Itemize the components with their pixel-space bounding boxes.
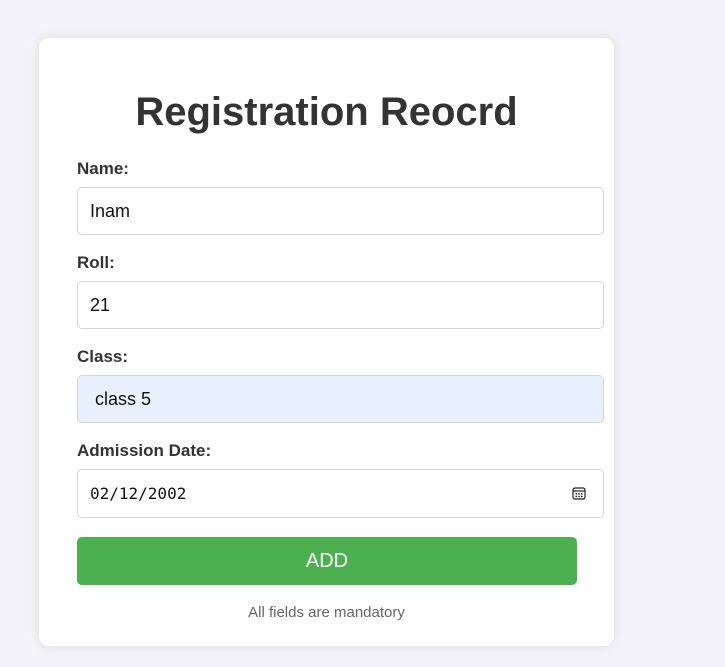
name-field[interactable]: Inam (77, 187, 604, 235)
roll-label: Roll: (77, 253, 115, 272)
add-button[interactable]: ADD (77, 537, 577, 585)
admission-date-field[interactable]: 02/12/2002 (77, 469, 604, 518)
name-label: Name: (77, 159, 129, 178)
name-field-value: Inam (90, 201, 131, 221)
page-title: Registration Reocrd (135, 90, 518, 134)
registration-card: Registration Reocrd Name: Inam Roll: 21 … (39, 38, 614, 646)
class-field[interactable]: class 5 (77, 375, 604, 423)
roll-field[interactable]: 21 (77, 281, 604, 329)
roll-field-value: 21 (90, 295, 111, 315)
admission-date-label: Admission Date: (77, 441, 212, 460)
class-label: Class: (77, 347, 129, 366)
mandatory-note: All fields are mandatory (248, 604, 405, 621)
admission-date-value: 02/12/2002 (90, 483, 187, 503)
class-field-value: class 5 (95, 389, 152, 409)
calendar-icon[interactable] (572, 486, 586, 500)
